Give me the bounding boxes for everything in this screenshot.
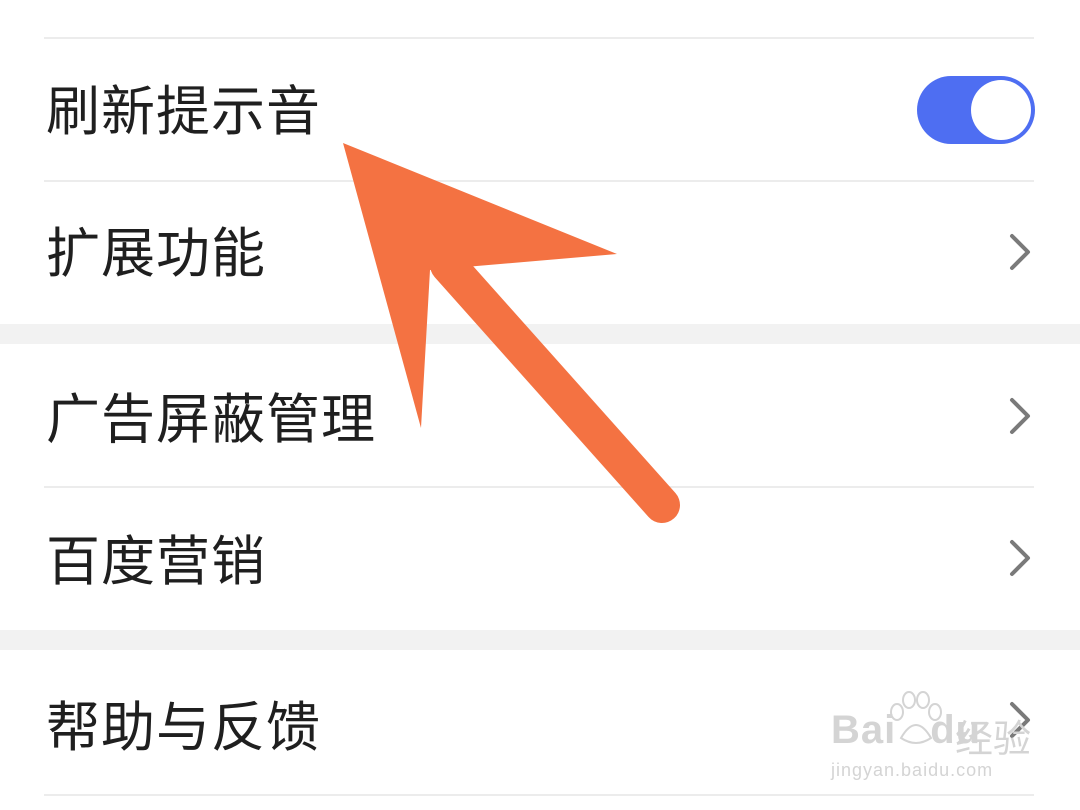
- toggle-knob: [971, 80, 1031, 140]
- settings-item-label: 百度营销: [46, 530, 266, 593]
- settings-item-label: 帮助与反馈: [46, 696, 321, 759]
- refresh-sound-toggle[interactable]: [917, 76, 1035, 144]
- divider: [44, 794, 1034, 796]
- settings-item-ad-block[interactable]: 广告屏蔽管理: [0, 344, 1080, 486]
- chevron-right-icon: [1010, 398, 1030, 434]
- settings-item-extensions[interactable]: 扩展功能: [0, 182, 1080, 322]
- settings-item-label: 刷新提示音: [46, 80, 321, 143]
- chevron-right-icon: [1010, 540, 1030, 576]
- section-gap: [0, 324, 1080, 344]
- divider: [44, 37, 1034, 39]
- settings-item-label: 扩展功能: [46, 222, 266, 285]
- chevron-right-icon: [1010, 702, 1030, 738]
- settings-item-baidu-marketing[interactable]: 百度营销: [0, 488, 1080, 628]
- chevron-right-icon: [1010, 234, 1030, 270]
- settings-item-help-feedback[interactable]: 帮助与反馈: [0, 650, 1080, 792]
- settings-item-label: 广告屏蔽管理: [46, 388, 376, 451]
- settings-page: 刷新提示音 扩展功能 广告屏蔽管理 百度营销 帮助与反馈 Bai du 经验 j…: [0, 0, 1080, 810]
- section-gap: [0, 630, 1080, 650]
